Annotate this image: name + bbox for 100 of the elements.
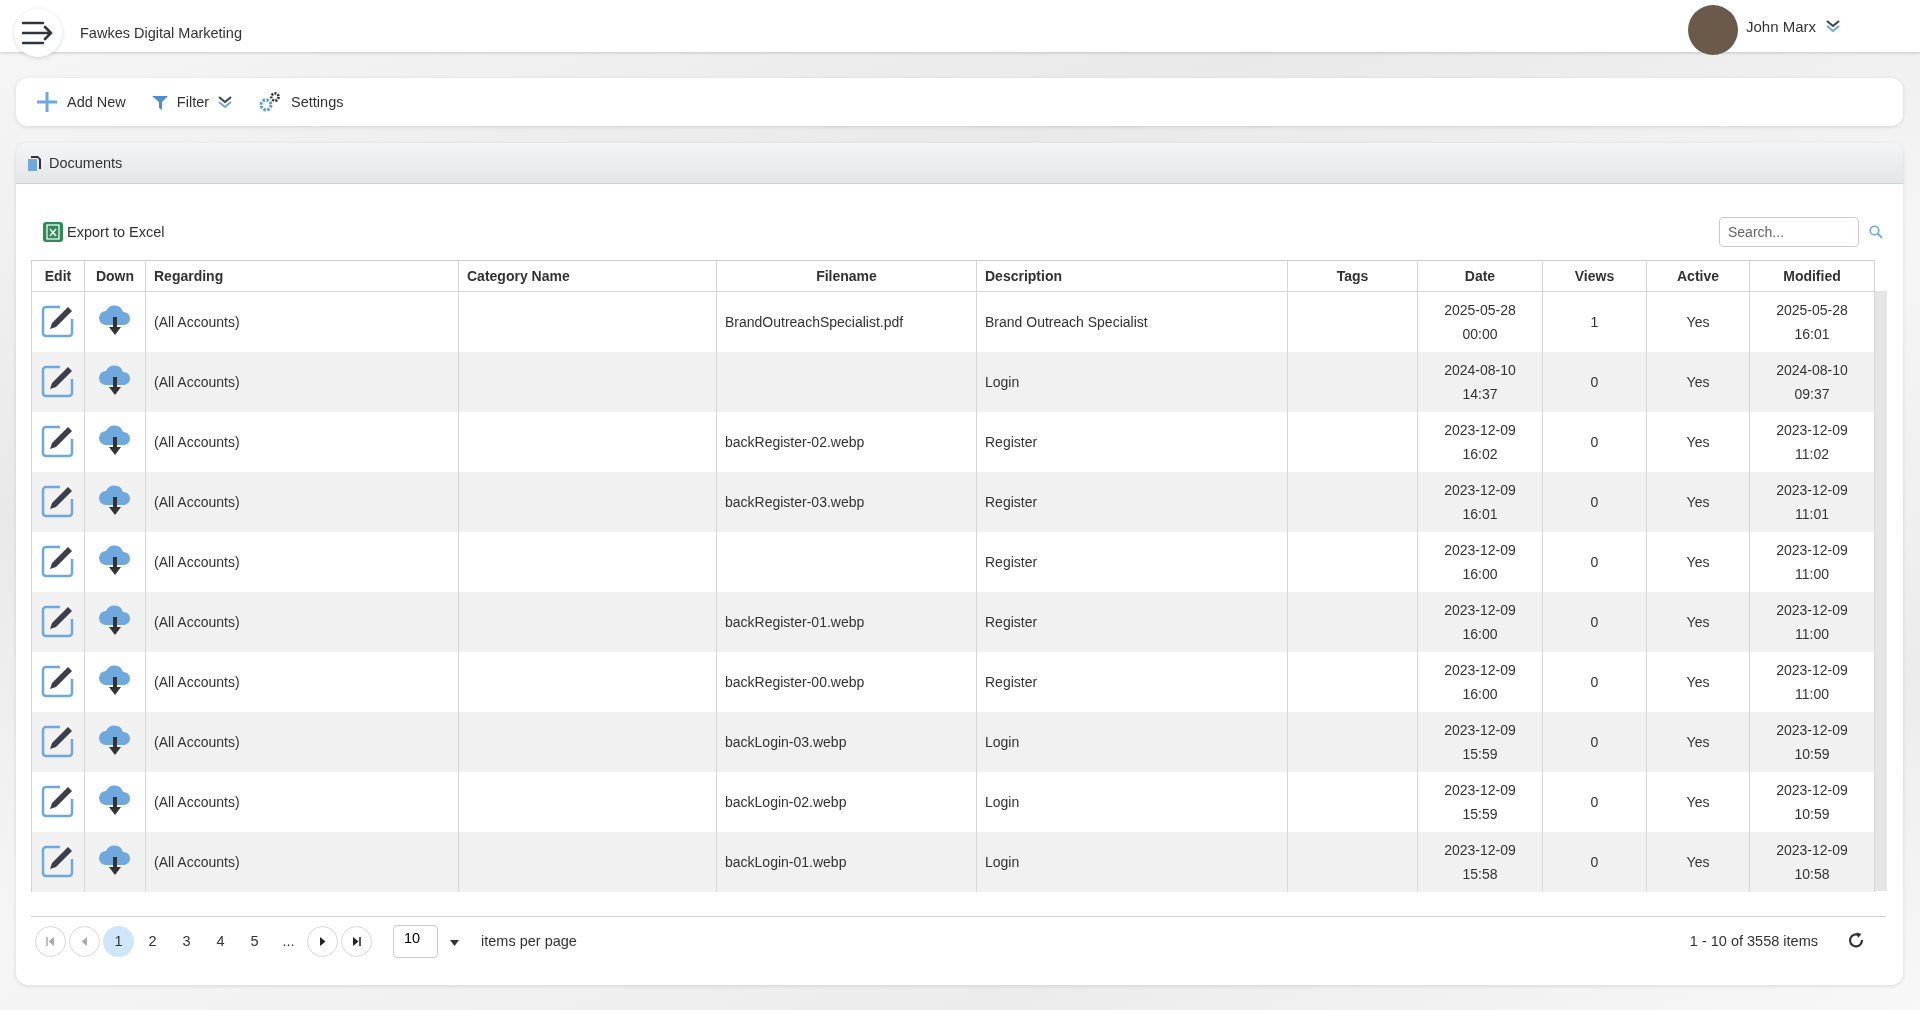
table-cell: backLogin-01.webp <box>716 832 977 892</box>
column-header[interactable]: Filename <box>716 260 977 292</box>
table-cell: (All Accounts) <box>145 472 459 532</box>
edit-icon <box>41 663 75 698</box>
table-cell: 0 <box>1542 472 1647 532</box>
table-cell: (All Accounts) <box>145 352 459 412</box>
menu-button[interactable] <box>14 9 62 57</box>
spreadsheet-icon <box>43 222 63 242</box>
edit-icon <box>41 303 75 338</box>
cloud-download-icon <box>97 304 133 337</box>
panel-title: Documents <box>49 155 123 171</box>
company-name: Fawkes Digital Marketing <box>80 25 242 41</box>
toolbar-button[interactable]: Add New <box>34 87 128 117</box>
table-cell: Yes <box>1646 712 1750 772</box>
toolbar-button[interactable]: Settings <box>256 87 346 117</box>
scrollbar-track[interactable] <box>1875 291 1887 891</box>
edit-icon <box>41 843 75 878</box>
table-cell: 2023-12-09 15:58 <box>1417 832 1543 892</box>
column-header[interactable]: Category Name <box>458 260 717 292</box>
table-cell: 2023-12-09 11:00 <box>1749 592 1875 652</box>
table-cell: 2023-12-09 10:58 <box>1749 832 1875 892</box>
cloud-download-icon <box>97 544 133 577</box>
caret-icon <box>450 939 459 946</box>
refresh-icon <box>1848 931 1864 948</box>
table-cell: backRegister-01.webp <box>716 592 977 652</box>
table-cell: (All Accounts) <box>145 592 459 652</box>
menu-icon <box>22 21 54 45</box>
cloud-download-icon <box>97 844 133 877</box>
edit-icon <box>41 603 75 638</box>
column-header[interactable]: Views <box>1542 260 1647 292</box>
table-cell: 2024-08-10 14:37 <box>1417 352 1543 412</box>
column-header[interactable]: Date <box>1417 260 1543 292</box>
table-cell: backRegister-03.webp <box>716 472 977 532</box>
last-page-button[interactable] <box>341 925 372 957</box>
page-ellipsis[interactable]: ... <box>273 925 304 957</box>
table-cell: 2023-12-09 16:01 <box>1417 472 1543 532</box>
edit-icon <box>41 723 75 758</box>
edit-icon <box>41 423 75 458</box>
column-header[interactable]: Down <box>84 260 146 292</box>
table-cell: 2023-12-09 11:01 <box>1749 472 1875 532</box>
cloud-download-icon <box>97 604 133 637</box>
table-cell: 2023-12-09 16:00 <box>1417 592 1543 652</box>
table-cell: 2023-12-09 10:59 <box>1749 712 1875 772</box>
column-header[interactable]: Tags <box>1287 260 1418 292</box>
next-page-icon <box>319 936 326 946</box>
cloud-download-icon <box>97 664 133 697</box>
export-button[interactable]: Export to Excel <box>43 222 165 242</box>
document-icon <box>28 155 41 171</box>
search-field[interactable]: Search... <box>1719 217 1859 247</box>
page-button[interactable]: 4 <box>205 925 236 957</box>
table-cell: Login <box>976 832 1288 892</box>
gears-icon <box>258 91 283 113</box>
table-cell: (All Accounts) <box>145 712 459 772</box>
page-button[interactable]: 5 <box>239 925 270 957</box>
edit-icon <box>41 363 75 398</box>
column-header[interactable]: Description <box>976 260 1288 292</box>
edit-icon <box>41 783 75 818</box>
table-cell: Yes <box>1646 352 1750 412</box>
table-cell: (All Accounts) <box>145 832 459 892</box>
table-cell: 0 <box>1542 352 1647 412</box>
table-cell: 2023-12-09 15:59 <box>1417 712 1543 772</box>
pager-summary: 1 - 10 of 3558 items <box>1689 933 1818 949</box>
page-size-field[interactable]: 10 <box>393 924 438 958</box>
table-cell: Yes <box>1646 832 1750 892</box>
table-cell: Yes <box>1646 472 1750 532</box>
toolbar-button[interactable]: Filter <box>149 90 235 114</box>
table-cell: 0 <box>1542 592 1647 652</box>
table-cell: Yes <box>1646 592 1750 652</box>
edit-icon <box>41 483 75 518</box>
plus-icon <box>36 91 58 113</box>
table-cell: Register <box>976 472 1288 532</box>
cloud-download-icon <box>97 484 133 517</box>
table-cell: 0 <box>1542 832 1647 892</box>
table-cell: Register <box>976 592 1288 652</box>
column-header[interactable]: Edit <box>31 260 85 292</box>
edit-icon <box>41 543 75 578</box>
chevron-down-icon <box>218 95 233 109</box>
cloud-download-icon <box>97 724 133 757</box>
table-cell: 0 <box>1542 712 1647 772</box>
avatar <box>1687 5 1738 55</box>
cloud-download-icon <box>97 364 133 397</box>
cloud-download-icon <box>97 784 133 817</box>
column-header[interactable]: Regarding <box>145 260 459 292</box>
column-header[interactable]: Modified <box>1749 260 1875 292</box>
next-page-button[interactable] <box>307 925 338 957</box>
column-header[interactable]: Active <box>1646 260 1750 292</box>
table-cell: Login <box>976 352 1288 412</box>
page-button[interactable]: 1 <box>103 925 134 957</box>
first-page-icon <box>46 936 55 946</box>
page-button[interactable]: 2 <box>137 925 168 957</box>
table-cell: backLogin-03.webp <box>716 712 977 772</box>
last-page-icon <box>352 936 361 946</box>
cloud-download-icon <box>97 424 133 457</box>
previous-page-icon <box>81 936 88 946</box>
page-size-label: items per page <box>481 933 577 949</box>
filter-icon <box>151 94 168 110</box>
page-button[interactable]: 3 <box>171 925 202 957</box>
chevron-down-icon <box>1826 19 1840 33</box>
table-cell: Login <box>976 712 1288 772</box>
user-menu[interactable]: John Marx <box>1745 17 1840 35</box>
